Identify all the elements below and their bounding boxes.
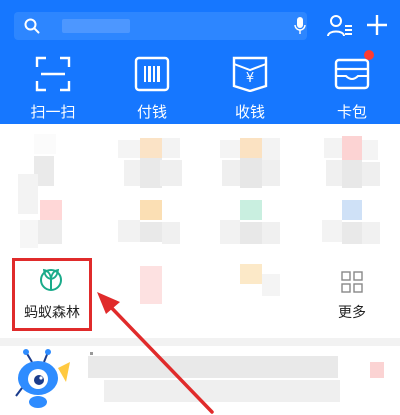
scan-label: 扫一扫 — [30, 103, 76, 121]
barcode-icon — [134, 56, 170, 92]
microphone-icon[interactable] — [294, 17, 306, 35]
search-placeholder-redacted — [62, 19, 130, 33]
grid-icon — [341, 271, 363, 293]
section-divider — [0, 338, 400, 346]
more-label: 更多 — [338, 305, 366, 321]
pay-label: 付钱 — [136, 103, 167, 121]
highlight-box — [12, 258, 92, 331]
banner-tag — [370, 362, 384, 378]
receive-button[interactable]: ¥ 收钱 — [212, 50, 288, 121]
svg-text:¥: ¥ — [246, 71, 254, 86]
app-more[interactable]: 更多 — [314, 262, 390, 332]
scan-icon — [35, 56, 71, 92]
banner-subtitle-redacted — [104, 380, 340, 402]
scan-button[interactable]: 扫一扫 — [15, 50, 91, 121]
card-wallet-label: 卡包 — [336, 103, 367, 121]
header-bar: 扫一扫 付钱 ¥ 收钱 卡包 — [0, 0, 400, 124]
banner-title-redacted — [88, 356, 338, 378]
card-wallet-icon — [334, 58, 370, 90]
receive-label: 收钱 — [234, 103, 265, 121]
add-icon[interactable] — [365, 13, 389, 37]
search-input[interactable] — [14, 12, 307, 40]
notification-badge — [364, 50, 374, 60]
yuan-icon: ¥ — [232, 56, 268, 92]
card-wallet-button[interactable]: 卡包 — [314, 50, 390, 121]
banner-dot — [90, 352, 93, 355]
promo-banner[interactable] — [0, 346, 400, 415]
search-icon — [24, 18, 40, 34]
contacts-icon[interactable] — [327, 14, 353, 38]
mascot-ant-icon — [15, 349, 70, 408]
pay-button[interactable]: 付钱 — [114, 50, 190, 121]
